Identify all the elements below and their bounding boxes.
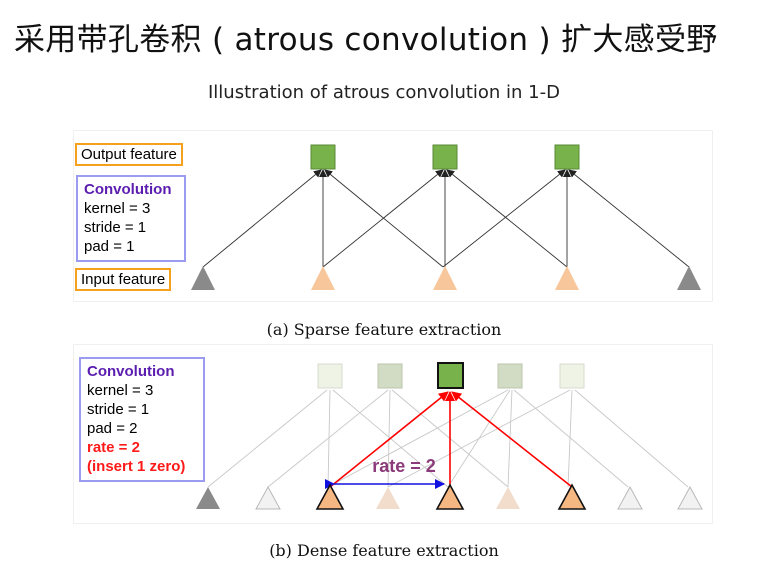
sparse-caption: (a) Sparse feature extraction (266, 320, 502, 339)
param-line: stride = 1 (84, 219, 147, 236)
param-line: kernel = 3 (87, 382, 154, 399)
sparse-convolution-params: Convolution kernel = 3 stride = 1 pad = … (76, 175, 186, 262)
zero-triangle (255, 485, 281, 510)
sparse-connections (202, 169, 690, 268)
pad-triangle (191, 266, 215, 290)
output-square (554, 144, 580, 170)
faded-output-square (317, 363, 343, 389)
highlighted-output-square (437, 362, 464, 389)
sparse-output-features (310, 144, 580, 170)
param-line: pad = 2 (87, 420, 138, 437)
dense-convolution-params: Convolution kernel = 3 stride = 1 pad = … (79, 357, 205, 482)
rate-param-line: rate = 2 (87, 439, 140, 456)
output-square (432, 144, 458, 170)
input-triangle (433, 266, 457, 290)
dense-faint-connections (207, 389, 689, 488)
zero-triangle (677, 485, 703, 510)
convolution-heading: Convolution (87, 363, 175, 380)
highlighted-input-triangle (315, 483, 345, 510)
output-feature-label: Output feature (75, 143, 183, 166)
pad-triangle (677, 266, 701, 290)
param-line: stride = 1 (87, 401, 150, 418)
pad-triangle (196, 487, 220, 509)
faded-output-square (559, 363, 585, 389)
dense-output-features (317, 362, 585, 389)
faded-output-square (377, 363, 403, 389)
highlighted-input-triangle (435, 483, 465, 510)
output-square (310, 144, 336, 170)
highlighted-input-triangle (557, 483, 587, 510)
faded-input-triangle (376, 487, 400, 509)
dense-input-features (196, 483, 703, 510)
zero-triangle (617, 485, 643, 510)
faded-input-triangle (496, 487, 520, 509)
sparse-input-features (191, 266, 701, 290)
param-line: pad = 1 (84, 238, 135, 255)
faded-output-square (497, 363, 523, 389)
rate-label: rate = 2 (372, 456, 436, 476)
input-feature-label: Input feature (75, 268, 172, 291)
input-triangle (555, 266, 579, 290)
zero-insert-note: (insert 1 zero) (87, 458, 186, 475)
convolution-heading: Convolution (84, 181, 172, 198)
input-triangle (311, 266, 335, 290)
dense-caption: (b) Dense feature extraction (269, 541, 499, 560)
param-line: kernel = 3 (84, 200, 151, 217)
